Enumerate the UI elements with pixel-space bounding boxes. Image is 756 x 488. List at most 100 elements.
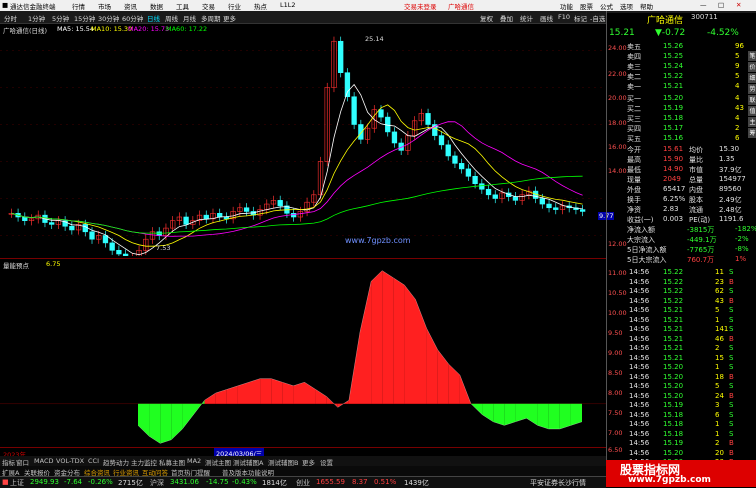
- side-tab[interactable]: 细: [748, 73, 756, 83]
- stat-label: 收益(一): [627, 216, 654, 224]
- bid-label: 买五: [627, 135, 641, 143]
- flow-label: 大宗流入: [627, 236, 655, 244]
- indicator-area: [404, 285, 416, 404]
- tick-price: 15.22: [663, 268, 684, 276]
- menu-item-formula[interactable]: 公式: [600, 1, 613, 11]
- tick-price: 15.21: [663, 353, 684, 362]
- candle: [344, 72, 351, 98]
- quote-row: 14:56 15.20 18 B: [607, 373, 756, 383]
- tick-volume: 3: [715, 401, 720, 409]
- menu-item-industry[interactable]: 行业: [228, 1, 241, 11]
- candle: [378, 109, 384, 118]
- quote-row: 14:56 15.18 6 S: [607, 411, 756, 421]
- quote-panel: 广哈通信 300711 15.21 ▼-0.72 -4.52% 卖五 15.26 9…: [606, 11, 756, 487]
- period-tab[interactable]: 月线: [183, 13, 196, 23]
- quote-row: 14:56 15.22 43 B: [607, 297, 756, 307]
- period-tab[interactable]: 周线: [165, 13, 178, 23]
- candle: [479, 183, 485, 190]
- period-tab-active[interactable]: 日线: [147, 13, 160, 23]
- candle: [243, 207, 250, 212]
- period-tab[interactable]: 多周期: [201, 13, 221, 23]
- tick-price: 15.21: [663, 306, 684, 314]
- side-tab[interactable]: 筹: [748, 128, 756, 138]
- stat-value: 37.9亿: [719, 166, 742, 174]
- candle: [553, 207, 559, 210]
- menu-item-data[interactable]: 数据: [150, 1, 163, 11]
- toolbar-button[interactable]: 标记: [574, 13, 587, 23]
- quote-row: 14:56 15.21 1 S: [607, 316, 756, 326]
- side-tab[interactable]: 主: [748, 117, 756, 127]
- side-tab[interactable]: 值: [748, 106, 756, 116]
- toolbar-button[interactable]: 统计: [520, 13, 533, 23]
- candle: [438, 135, 445, 146]
- indicator-chart[interactable]: [0, 267, 606, 475]
- menu-item-news[interactable]: 资讯: [124, 1, 137, 11]
- ma10-label: MA10: 15.30: [91, 25, 133, 33]
- maximize-icon[interactable]: □: [718, 1, 724, 9]
- menu-item-help[interactable]: 帮助: [640, 1, 653, 11]
- period-tab[interactable]: 分时: [4, 13, 17, 23]
- quote-row: 卖一 15.21 4: [607, 82, 756, 92]
- indicator-tab[interactable]: CCI: [88, 457, 99, 465]
- tick-price: 15.19: [663, 401, 684, 409]
- menu-item-stock[interactable]: 股票: [580, 1, 593, 11]
- period-tab[interactable]: 5分钟: [52, 13, 69, 23]
- tick-volume: 11: [715, 268, 724, 276]
- toolbar-button[interactable]: -自选: [590, 13, 605, 23]
- stock-name-link[interactable]: 广哈通信: [448, 1, 474, 11]
- tick-direction: B: [729, 277, 734, 286]
- side-tab[interactable]: 笔: [748, 51, 756, 61]
- minimize-icon[interactable]: —: [700, 1, 707, 9]
- tick-time: 14:56: [629, 353, 650, 362]
- period-tab[interactable]: 15分钟: [74, 13, 95, 23]
- side-tab[interactable]: 势: [748, 84, 756, 94]
- kline-chart[interactable]: [0, 34, 606, 256]
- menu-item-market[interactable]: 行情: [72, 1, 85, 11]
- bid-volume: 6: [735, 134, 740, 142]
- indicator-area: [548, 403, 560, 429]
- stat-value: 6.25%: [663, 195, 686, 203]
- toolbar-button[interactable]: 画线: [540, 13, 553, 23]
- menu-item-options[interactable]: 选项: [620, 1, 633, 11]
- menu-item-tools[interactable]: 工具: [176, 1, 189, 11]
- period-tab[interactable]: 1分钟: [28, 13, 45, 23]
- toolbar-button[interactable]: F10: [558, 13, 570, 21]
- candle: [156, 231, 162, 236]
- cy-change: 8.37: [352, 478, 368, 486]
- tick-direction: B: [729, 372, 734, 381]
- menu-item-exchange[interactable]: 市场: [98, 1, 111, 11]
- ma5-line: [11, 83, 583, 256]
- quote-row: 14:56 15.22 11 S: [607, 268, 756, 278]
- close-icon[interactable]: ✕: [736, 1, 741, 9]
- indicator-tab[interactable]: MACD: [34, 457, 53, 465]
- period-tab[interactable]: 60分钟: [122, 13, 143, 23]
- side-tab[interactable]: 联: [748, 95, 756, 105]
- flow-pct: 1%: [735, 255, 747, 263]
- bid-volume: 4: [735, 94, 740, 102]
- candle: [89, 231, 95, 240]
- tick-direction: S: [729, 344, 734, 352]
- menu-item-l1l2[interactable]: L1L2: [280, 1, 296, 9]
- menu-item-hot[interactable]: 热点: [254, 1, 267, 11]
- trade-login-status[interactable]: 交易未登录: [404, 1, 437, 11]
- stat-value: 2.48亿: [719, 206, 742, 214]
- stat-label: 市值: [689, 166, 703, 174]
- candle: [22, 216, 28, 221]
- candle: [465, 168, 472, 177]
- toolbar-button[interactable]: 叠加: [500, 13, 513, 23]
- stat-value: 14.90: [663, 165, 684, 173]
- side-tab[interactable]: 价: [748, 62, 756, 72]
- menu-item-function[interactable]: 功能: [560, 1, 573, 11]
- bid-label: 买二: [627, 105, 641, 113]
- quote-row: 14:56 15.19 2 B: [607, 439, 756, 449]
- candle: [277, 200, 283, 207]
- candle: [109, 242, 115, 251]
- period-tab[interactable]: 30分钟: [98, 13, 119, 23]
- toolbar-button[interactable]: 复权: [480, 13, 493, 23]
- bid-label: 买四: [627, 125, 641, 133]
- indicator-tab[interactable]: MA2: [187, 457, 201, 465]
- menu-item-trade[interactable]: 交易: [202, 1, 215, 11]
- flow-label: 5日净流入额: [627, 246, 667, 254]
- indicator-tab[interactable]: VOL-TDX: [56, 457, 84, 465]
- period-tab[interactable]: 更多: [223, 13, 236, 23]
